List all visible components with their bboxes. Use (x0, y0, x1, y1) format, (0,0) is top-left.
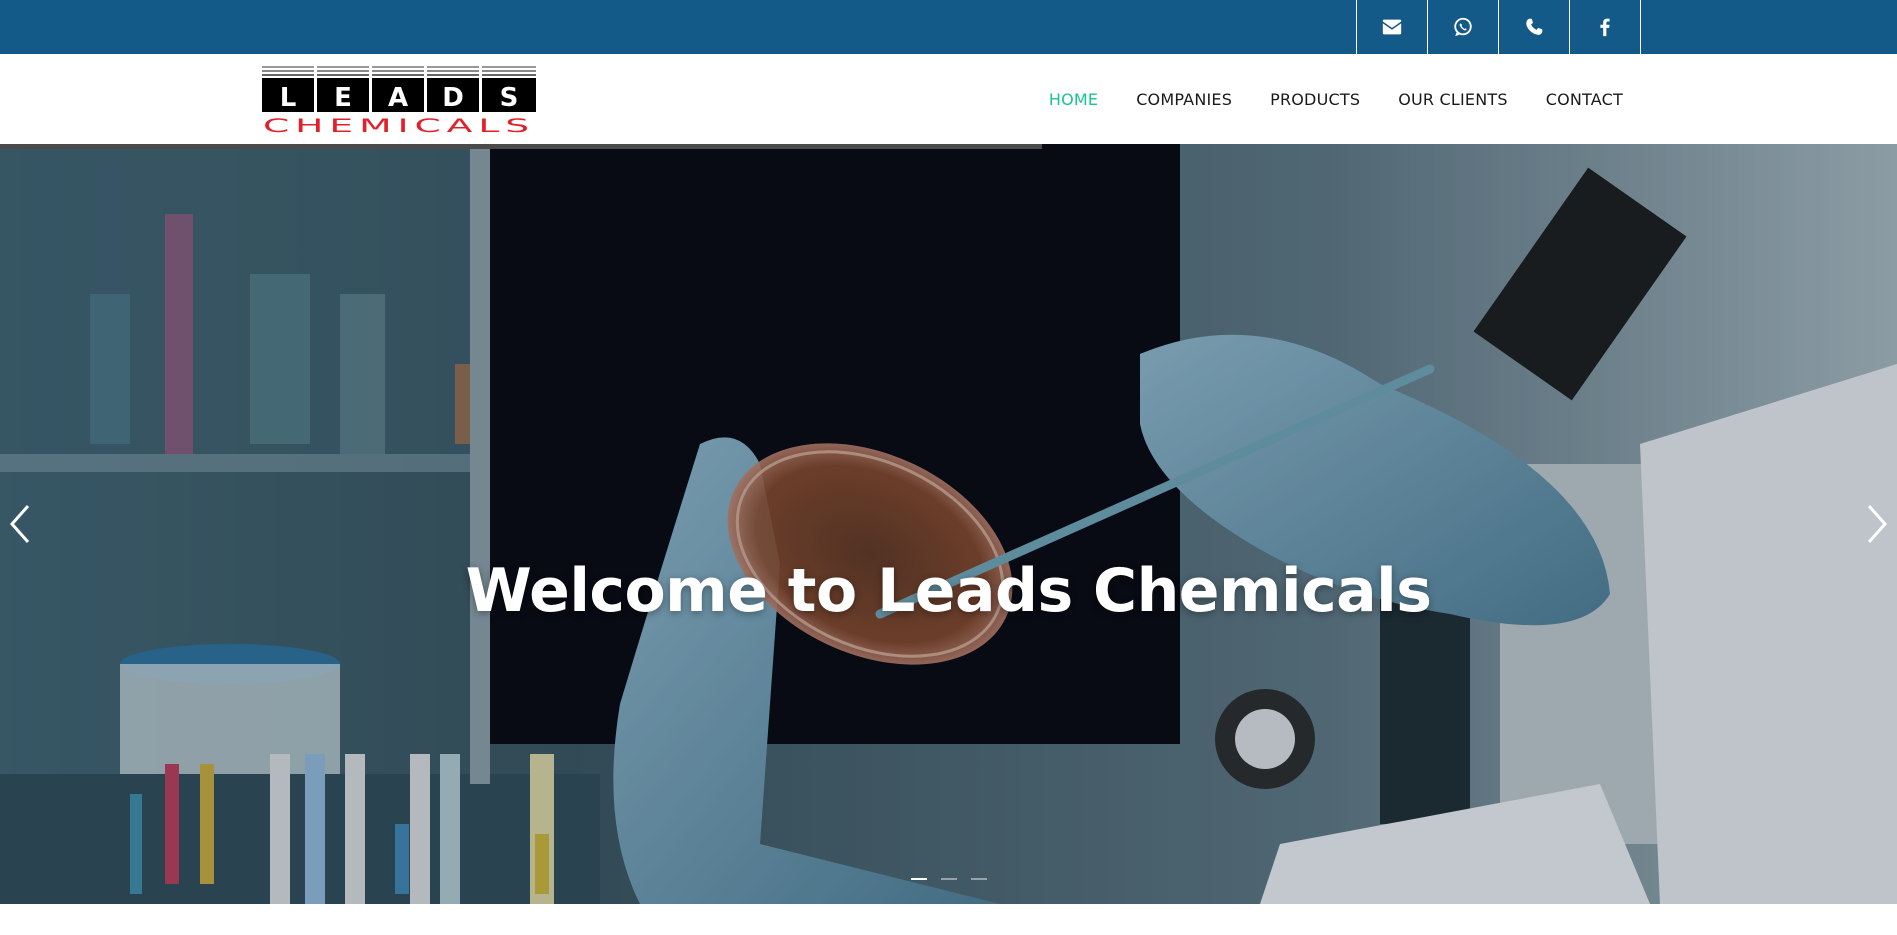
top-contact-bar (0, 0, 1897, 54)
hero-title: Welcome to Leads Chemicals (465, 556, 1432, 626)
svg-text:A: A (388, 83, 408, 113)
leads-chemicals-logo[interactable]: L E A D S CHEMICALS (262, 66, 536, 134)
envelope-icon (1382, 19, 1402, 35)
main-nav: HOME COMPANIES PRODUCTS OUR CLIENTS CONT… (1049, 54, 1623, 144)
slider-dots (0, 878, 1897, 880)
nav-companies[interactable]: COMPANIES (1136, 90, 1232, 109)
slider-next-arrow[interactable] (1861, 500, 1891, 548)
facebook-icon (1600, 18, 1610, 37)
nav-home[interactable]: HOME (1049, 90, 1098, 109)
slider-dot-3[interactable] (970, 878, 987, 880)
slider-dot-1[interactable] (910, 878, 927, 880)
slider-prev-arrow[interactable] (6, 500, 36, 548)
slide-progress-bar (0, 144, 1042, 149)
svg-text:S: S (500, 83, 519, 113)
site-header: L E A D S CHEMICALS HOME COMPANIES PRODU… (0, 54, 1897, 144)
svg-text:L: L (280, 83, 297, 113)
nav-contact[interactable]: CONTACT (1546, 90, 1623, 109)
facebook-button[interactable] (1570, 0, 1641, 54)
phone-button[interactable] (1499, 0, 1570, 54)
whatsapp-icon (1454, 17, 1472, 37)
svg-text:E: E (334, 83, 352, 113)
hero-slider (0, 144, 1897, 904)
svg-text:D: D (442, 83, 464, 113)
hero-dark-overlay (0, 144, 1897, 904)
nav-our-clients[interactable]: OUR CLIENTS (1398, 90, 1508, 109)
slider-dot-2[interactable] (940, 878, 957, 880)
social-links (1356, 0, 1641, 54)
phone-icon (1526, 18, 1543, 35)
nav-products[interactable]: PRODUCTS (1270, 90, 1360, 109)
email-button[interactable] (1357, 0, 1428, 54)
whatsapp-button[interactable] (1428, 0, 1499, 54)
logo-stripes (262, 66, 536, 76)
svg-text:CHEMICALS: CHEMICALS (263, 115, 535, 134)
